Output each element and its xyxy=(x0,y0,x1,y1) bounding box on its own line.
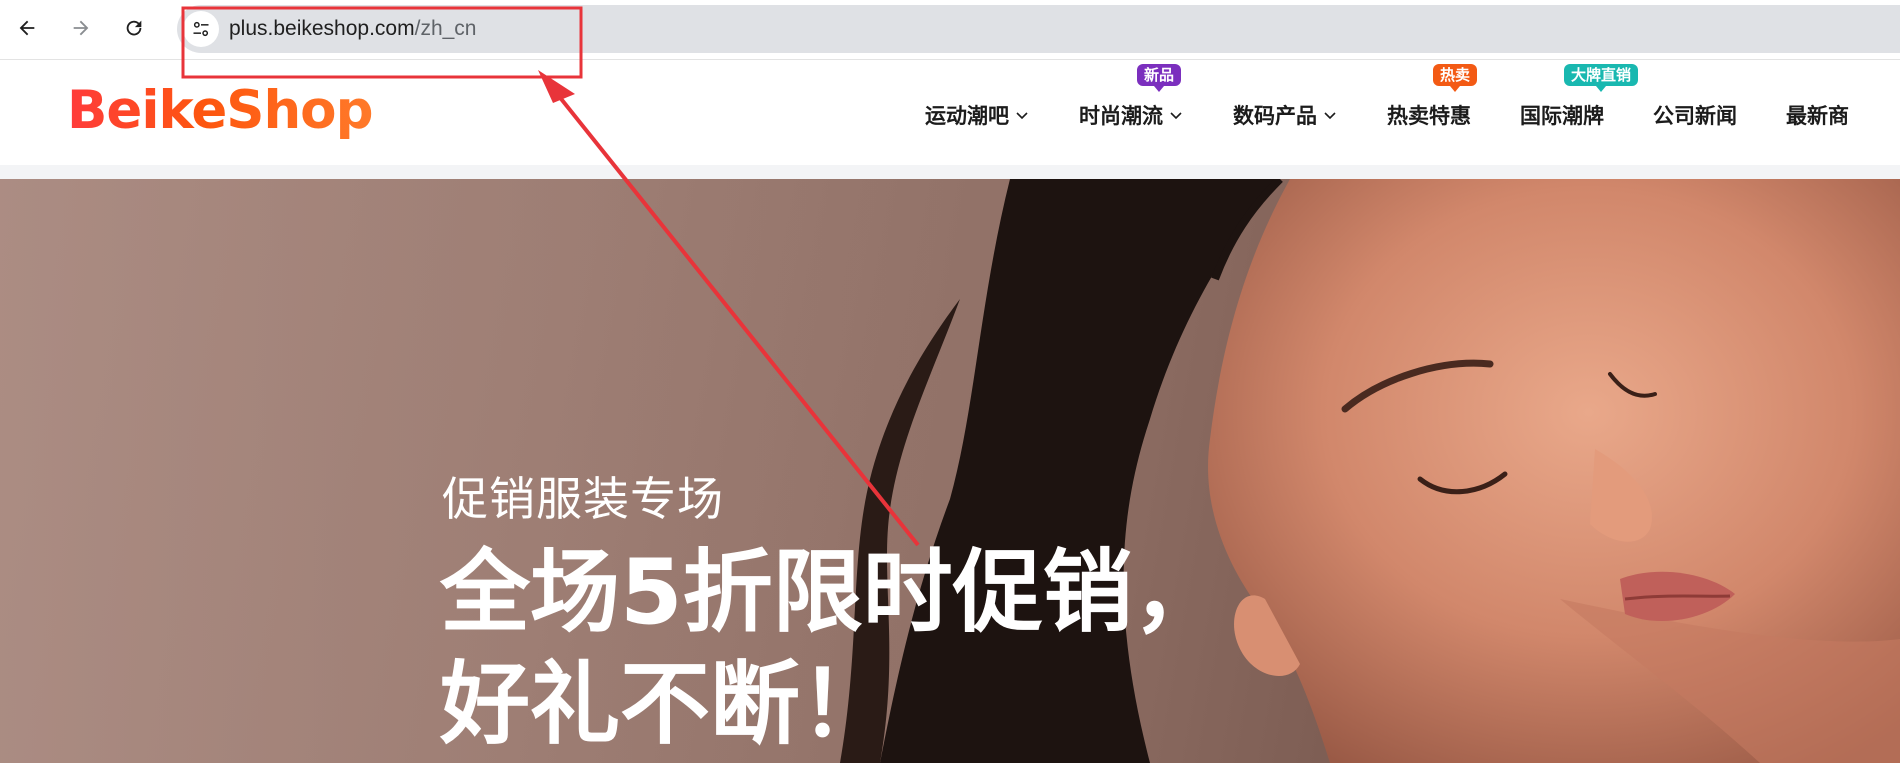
hero-title-line-2: 好礼不断！ xyxy=(440,652,890,757)
brand-direct-badge: 大牌直销 xyxy=(1564,63,1639,92)
new-badge: 新品 xyxy=(1137,63,1182,92)
site-info-button[interactable] xyxy=(183,11,219,47)
menu-item-sports[interactable]: 运动潮吧 xyxy=(925,100,1030,130)
arrow-left-icon xyxy=(19,20,35,36)
menu-item-label: 数码产品 xyxy=(1233,103,1317,128)
hot-badge: 热卖 xyxy=(1433,63,1478,92)
url-path: /zh_cn xyxy=(414,17,477,40)
tune-icon xyxy=(193,21,209,37)
url-host: plus.beikeshop.com xyxy=(229,17,415,40)
url-text[interactable]: plus.beikeshop.com/zh_cn xyxy=(229,17,476,41)
site-logo[interactable]: BeikeShop xyxy=(67,80,374,141)
reload-button[interactable] xyxy=(118,12,150,44)
menu-item-fashion[interactable]: 新品 时尚潮流 xyxy=(1079,63,1184,130)
menu-item-label: 国际潮牌 xyxy=(1520,103,1604,128)
chevron-down-icon xyxy=(1324,111,1336,119)
site-header: BeikeShop 运动潮吧 新品 时尚潮流 数码产品 热卖 热卖特惠 大牌直销… xyxy=(0,60,1900,165)
menu-item-label: 最新商 xyxy=(1786,103,1849,128)
menu-item-label: 热卖特惠 xyxy=(1387,103,1471,128)
menu-item-label: 运动潮吧 xyxy=(925,103,1009,128)
browser-toolbar: plus.beikeshop.com/zh_cn xyxy=(0,0,1900,60)
main-menu: 运动潮吧 新品 时尚潮流 数码产品 热卖 热卖特惠 大牌直销 国际潮牌 公司新闻… xyxy=(925,60,1898,165)
address-bar[interactable]: plus.beikeshop.com/zh_cn xyxy=(177,5,1900,53)
back-button[interactable] xyxy=(11,12,43,44)
menu-item-latest[interactable]: 最新商 xyxy=(1786,100,1849,130)
menu-item-company-news[interactable]: 公司新闻 xyxy=(1653,100,1737,130)
menu-item-hot-deals[interactable]: 热卖 热卖特惠 xyxy=(1387,63,1478,130)
menu-item-label: 公司新闻 xyxy=(1653,103,1737,128)
arrow-right-icon xyxy=(73,20,89,36)
hero-title-line-1: 全场5折限时促销， xyxy=(440,540,1223,645)
hero-subtitle: 促销服装专场 xyxy=(442,472,724,526)
chevron-down-icon xyxy=(1170,111,1182,119)
hero-banner[interactable]: 促销服装专场 全场5折限时促销， 好礼不断！ xyxy=(0,179,1900,763)
menu-item-label: 时尚潮流 xyxy=(1079,103,1163,128)
chevron-down-icon xyxy=(1016,111,1028,119)
forward-button[interactable] xyxy=(65,12,97,44)
menu-item-intl-brands[interactable]: 大牌直销 国际潮牌 xyxy=(1520,63,1639,130)
reload-icon xyxy=(126,20,142,36)
header-divider xyxy=(0,165,1900,179)
menu-item-digital[interactable]: 数码产品 xyxy=(1233,100,1338,130)
hero-title: 全场5折限时促销， 好礼不断！ xyxy=(440,537,1223,761)
